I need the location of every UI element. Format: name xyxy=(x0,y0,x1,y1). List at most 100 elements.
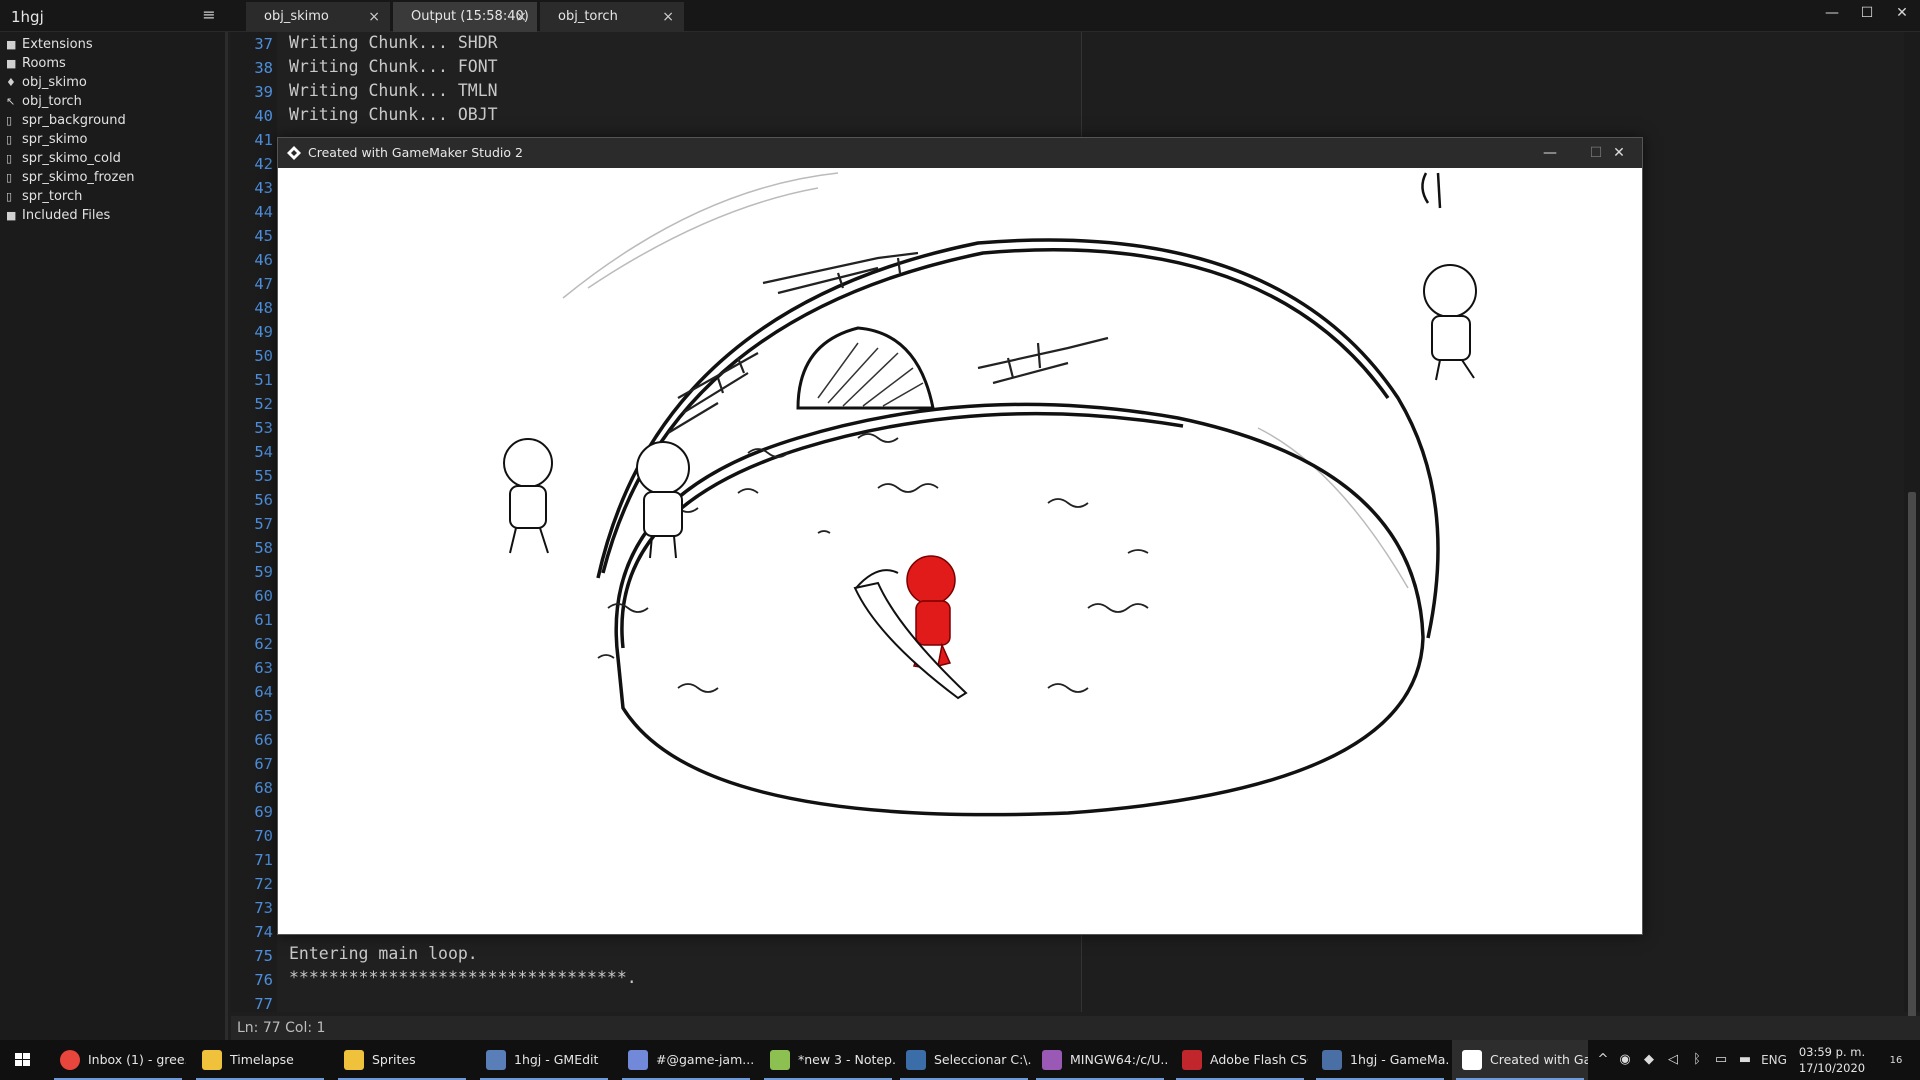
volume-muted-icon[interactable]: ◁ xyxy=(1662,1040,1684,1080)
line-number: 68 xyxy=(254,779,273,797)
windows-start-icon[interactable] xyxy=(0,1040,44,1080)
tree-item-spr-skimo-frozen[interactable]: ▯ spr_skimo_frozen xyxy=(6,168,135,187)
tab-label: Output (15:58:40) xyxy=(411,9,529,24)
line-number: 57 xyxy=(254,515,273,533)
line-number: 55 xyxy=(254,467,273,485)
folder-icon xyxy=(202,1050,222,1070)
taskbar-item-gmedit[interactable]: 1hgj - GMEdit xyxy=(476,1040,612,1080)
close-icon[interactable]: × xyxy=(515,2,527,32)
line-number: 61 xyxy=(254,611,273,629)
vertical-scrollbar[interactable] xyxy=(1904,32,1920,1032)
tray-chevron-icon[interactable]: ^ xyxy=(1594,1040,1612,1080)
line-number: 45 xyxy=(254,227,273,245)
bluetooth-icon[interactable]: ᛒ xyxy=(1686,1040,1708,1080)
line-number: 75 xyxy=(254,947,273,965)
object-icon: ↖ xyxy=(6,95,16,108)
line-number: 59 xyxy=(254,563,273,581)
line-number: 64 xyxy=(254,683,273,701)
discord-tray-icon[interactable]: ◉ xyxy=(1614,1040,1636,1080)
clock-date: 17/10/2020 xyxy=(1798,1061,1866,1075)
eskimo-character xyxy=(636,441,690,559)
clock[interactable]: 03:59 p. m. 17/10/2020 xyxy=(1792,1044,1872,1076)
file-icon: ▯ xyxy=(6,152,13,165)
game-title-bar[interactable]: Created with GameMaker Studio 2 — ☐ ✕ xyxy=(278,138,1642,168)
tab-output[interactable]: Output (15:58:40) × xyxy=(393,2,537,32)
close-button[interactable]: ✕ xyxy=(1596,138,1642,168)
close-icon[interactable]: × xyxy=(662,2,674,32)
tree-item-obj-skimo[interactable]: ♦ obj_skimo xyxy=(6,73,87,92)
taskbar-item-mingw[interactable]: MINGW64:/c/U... xyxy=(1032,1040,1168,1080)
eskimo-character xyxy=(1423,264,1477,381)
line-number: 62 xyxy=(254,635,273,653)
notification-center-icon[interactable]: 16 xyxy=(1876,1040,1916,1080)
line-number: 51 xyxy=(254,371,273,389)
taskbar-item-sprites[interactable]: Sprites xyxy=(334,1040,470,1080)
code-line: Writing Chunk... FONT xyxy=(289,57,498,76)
gamemaker-logo-icon xyxy=(287,146,301,160)
folder-icon: ■ xyxy=(6,209,17,222)
code-line: **********************************. xyxy=(289,968,637,987)
line-number: 50 xyxy=(254,347,273,365)
line-number: 54 xyxy=(254,443,273,461)
tab-obj-skimo[interactable]: obj_skimo × xyxy=(246,2,390,32)
line-number: 47 xyxy=(254,275,273,293)
line-number: 74 xyxy=(254,923,273,941)
project-tree: ■ Extensions ■ Rooms ♦ obj_skimo ↖ obj_torch… xyxy=(0,32,228,1040)
scrollbar-thumb[interactable] xyxy=(1908,492,1916,1032)
line-number: 56 xyxy=(254,491,273,509)
taskbar-item-discord[interactable]: #@game-jam... xyxy=(618,1040,754,1080)
chrome-icon xyxy=(60,1050,80,1070)
minimize-button[interactable]: — xyxy=(1527,138,1573,168)
language-indicator[interactable]: ENG xyxy=(1758,1040,1790,1080)
notification-count: 16 xyxy=(1889,1055,1903,1066)
line-number: 70 xyxy=(254,827,273,845)
tab-label: obj_skimo xyxy=(264,9,329,24)
tree-item-spr-skimo[interactable]: ▯ spr_skimo xyxy=(6,130,87,149)
taskbar-item-game-window[interactable]: Created with Ga... xyxy=(1452,1040,1588,1080)
tree-item-spr-skimo-cold[interactable]: ▯ spr_skimo_cold xyxy=(6,149,121,168)
clock-time: 03:59 p. m. xyxy=(1798,1045,1866,1059)
code-line: Entering main loop. xyxy=(289,944,478,963)
hamburger-icon[interactable]: ≡ xyxy=(198,4,220,26)
line-number: 52 xyxy=(254,395,273,413)
line-number: 71 xyxy=(254,851,273,869)
close-button[interactable]: ✕ xyxy=(1880,0,1920,26)
line-number: 48 xyxy=(254,299,273,317)
line-number-gutter: 37 38 39 40 41 42 43 44 45 46 47 48 49 50 51 52 53 54 55 56… xyxy=(231,32,277,1013)
taskbar-item-cmd[interactable]: Seleccionar C:\... xyxy=(896,1040,1032,1080)
tree-item-extensions[interactable]: ■ Extensions xyxy=(6,35,93,54)
tree-item-spr-torch[interactable]: ▯ spr_torch xyxy=(6,187,82,206)
line-number: 69 xyxy=(254,803,273,821)
taskbar-item-timelapse[interactable]: Timelapse xyxy=(192,1040,328,1080)
tree-item-included-files[interactable]: ■ Included Files xyxy=(6,206,110,225)
title-bar: 1hgj ≡ obj_skimo × Output (15:58:40) × o… xyxy=(0,0,1920,32)
file-icon: ▯ xyxy=(6,171,13,184)
line-number: 60 xyxy=(254,587,273,605)
tree-item-obj-torch[interactable]: ↖ obj_torch xyxy=(6,92,82,111)
taskbar-item-flash[interactable]: Adobe Flash CS6 xyxy=(1172,1040,1308,1080)
gamepad-tray-icon[interactable]: ◆ xyxy=(1638,1040,1660,1080)
taskbar-item-gamemaker[interactable]: 1hgj - GameMa... xyxy=(1312,1040,1448,1080)
folder-icon: ■ xyxy=(6,38,17,51)
line-number: 44 xyxy=(254,203,273,221)
discord-icon xyxy=(628,1050,648,1070)
tab-obj-torch[interactable]: obj_torch × xyxy=(540,2,684,32)
line-number: 37 xyxy=(254,35,273,53)
game-canvas[interactable] xyxy=(278,168,1642,934)
game-window[interactable]: Created with GameMaker Studio 2 — ☐ ✕ xyxy=(277,137,1643,935)
line-number: 73 xyxy=(254,899,273,917)
tree-item-rooms[interactable]: ■ Rooms xyxy=(6,54,66,73)
close-icon[interactable]: × xyxy=(368,2,380,32)
network-icon[interactable]: ▭ xyxy=(1710,1040,1732,1080)
tree-item-spr-background[interactable]: ▯ spr_background xyxy=(6,111,126,130)
line-number: 53 xyxy=(254,419,273,437)
line-number: 63 xyxy=(254,659,273,677)
battery-icon[interactable]: ▬ xyxy=(1734,1040,1756,1080)
line-number: 77 xyxy=(254,995,273,1013)
game-window-title: Created with GameMaker Studio 2 xyxy=(308,145,523,160)
line-number: 66 xyxy=(254,731,273,749)
taskbar-item-inbox[interactable]: Inbox (1) - gree... xyxy=(50,1040,186,1080)
taskbar-item-notepad[interactable]: *new 3 - Notep... xyxy=(760,1040,896,1080)
line-number: 43 xyxy=(254,179,273,197)
gamemaker-logo-icon xyxy=(1462,1050,1482,1070)
